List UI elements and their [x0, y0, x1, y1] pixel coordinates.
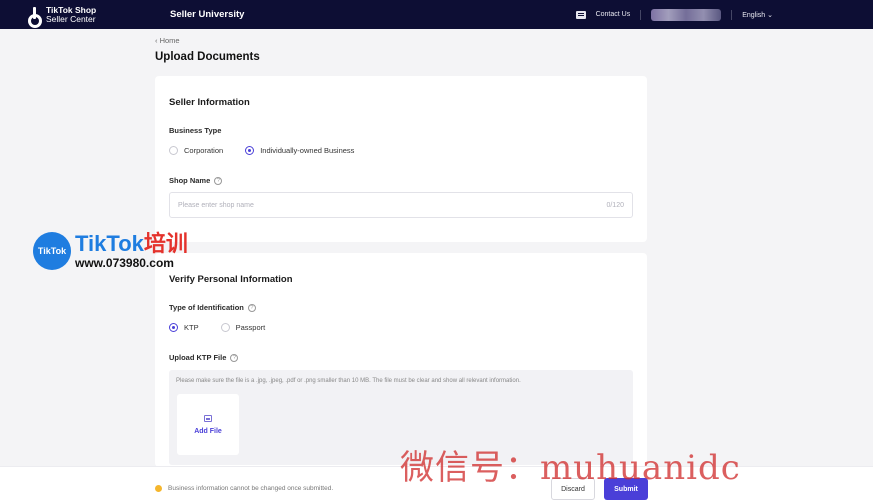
help-icon[interactable]: ? [214, 176, 223, 185]
radio-circle-icon [220, 323, 230, 332]
shop-name-input[interactable]: Please enter shop name 0/120 [169, 192, 633, 218]
nav-divider [640, 9, 642, 20]
verify-personal-info-card: Verify Personal Information Type of Iden… [155, 253, 647, 467]
contact-us-link[interactable]: Contact Us [596, 11, 631, 18]
business-type-radio-group: Corporation Individually-owned Business [169, 146, 376, 155]
radio-circle-icon [169, 146, 178, 155]
breadcrumb-home[interactable]: ‹ Home [155, 36, 180, 45]
seller-information-card: Seller Information Business Type Corpora… [155, 76, 647, 242]
watermark-title-blue: TikTok [75, 231, 144, 256]
message-icon[interactable] [575, 10, 586, 19]
language-selector[interactable]: English ⌄ [742, 11, 773, 19]
help-icon[interactable]: ? [230, 353, 239, 362]
add-file-button[interactable]: Add File [177, 394, 239, 455]
upload-ktp-label: Upload KTP File ? [169, 353, 239, 362]
radio-passport[interactable]: Passport [220, 323, 265, 332]
tiktok-note-icon [28, 6, 42, 28]
page-title: Upload Documents [155, 51, 260, 63]
radio-individually-owned[interactable]: Individually-owned Business [245, 146, 354, 155]
id-type-radio-group: KTP Passport [169, 323, 287, 332]
help-icon[interactable]: ? [247, 303, 256, 312]
watermark-title-red: 培训 [143, 231, 188, 256]
radio-selected-icon [169, 323, 178, 332]
top-nav-bar: TikTok Shop Seller Center Seller Univers… [0, 0, 873, 29]
nav-seller-university[interactable]: Seller University [170, 9, 244, 20]
image-icon [204, 414, 212, 422]
logo-line-2: Seller Center [46, 13, 96, 24]
watermark-badge: TikTok [33, 232, 71, 270]
warning-icon [155, 485, 162, 492]
wechat-watermark: 微信号：muhuanidc [400, 448, 741, 488]
nav-divider [731, 9, 733, 20]
id-type-label: Type of Identification ? [169, 303, 256, 312]
radio-corporation[interactable]: Corporation [169, 146, 223, 155]
nav-right-group: Contact Us English ⌄ [575, 0, 773, 29]
add-file-label: Add File [194, 427, 222, 435]
user-account-blurred[interactable] [651, 8, 722, 21]
shop-name-counter: 0/120 [606, 201, 624, 209]
shop-name-placeholder: Please enter shop name [178, 201, 254, 209]
tiktok-training-watermark: TikTok TikTok培训 www.073980.com [33, 232, 188, 270]
radio-selected-icon [245, 146, 255, 155]
footer-note: Business information cannot be changed o… [155, 485, 333, 492]
verify-title: Verify Personal Information [169, 274, 293, 285]
shop-name-label: Shop Name ? [169, 176, 223, 185]
upload-hint-text: Please make sure the file is a .jpg, .jp… [176, 378, 521, 384]
business-type-label: Business Type [169, 126, 222, 135]
seller-info-title: Seller Information [169, 97, 250, 108]
radio-ktp[interactable]: KTP [169, 323, 199, 332]
watermark-url: www.073980.com [75, 256, 174, 270]
tiktok-shop-logo[interactable]: TikTok Shop Seller Center [28, 5, 148, 28]
